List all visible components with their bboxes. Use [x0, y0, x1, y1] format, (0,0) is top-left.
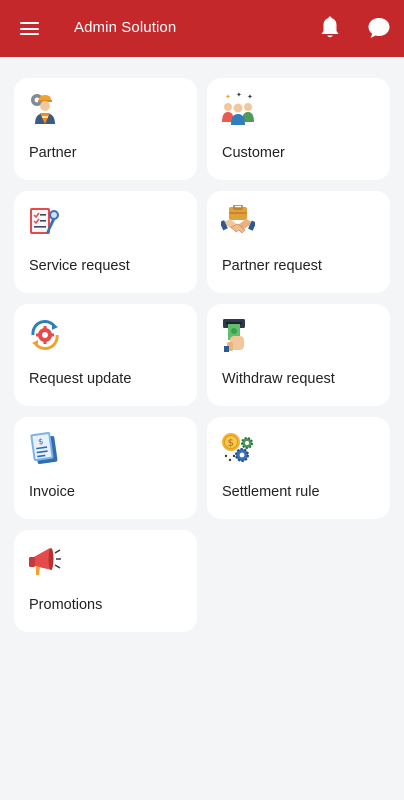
update-cycle-icon [28, 318, 62, 352]
megaphone-icon [28, 544, 62, 578]
tile-promotions[interactable]: Promotions [14, 530, 197, 632]
tile-request-update[interactable]: Request update [14, 304, 197, 406]
handshake-icon [219, 204, 257, 239]
chat-bubble-icon[interactable] [367, 16, 391, 40]
tile-label: Withdraw request [222, 371, 335, 387]
tile-label: Service request [29, 258, 130, 274]
tile-label: Partner request [222, 258, 322, 274]
svg-text:✦: ✦ [236, 92, 242, 99]
tile-label: Settlement rule [222, 484, 320, 500]
tile-label: Invoice [29, 484, 75, 500]
tile-label: Request update [29, 371, 132, 387]
tile-service-request[interactable]: Service request [14, 191, 197, 293]
coin-gears-icon: $ [221, 431, 255, 465]
hamburger-menu-icon[interactable] [20, 19, 40, 37]
tile-customer[interactable]: ✦ ✦ ✦ Customer [207, 78, 390, 180]
bell-icon[interactable] [319, 16, 341, 40]
tile-settlement-rule[interactable]: $ Settlement rule [207, 417, 390, 519]
tile-invoice[interactable]: $ Invoice [14, 417, 197, 519]
tile-label: Customer [222, 145, 285, 161]
app-bar: Admin Solution [0, 0, 404, 57]
svg-text:✦: ✦ [247, 93, 253, 101]
tile-withdraw-request[interactable]: Withdraw request [207, 304, 390, 406]
tile-partner-request[interactable]: Partner request [207, 191, 390, 293]
invoice-icon: $ [28, 431, 62, 465]
atm-withdraw-icon [221, 318, 255, 352]
customers-group-icon: ✦ ✦ ✦ [221, 91, 255, 126]
worker-icon [28, 92, 62, 126]
svg-text:✦: ✦ [225, 93, 231, 101]
checklist-icon [28, 205, 62, 239]
tile-label: Promotions [29, 597, 103, 613]
tile-label: Partner [29, 145, 77, 161]
svg-text:$: $ [228, 438, 234, 449]
tile-partner[interactable]: Partner [14, 78, 197, 180]
page-title: Admin Solution [74, 19, 177, 36]
